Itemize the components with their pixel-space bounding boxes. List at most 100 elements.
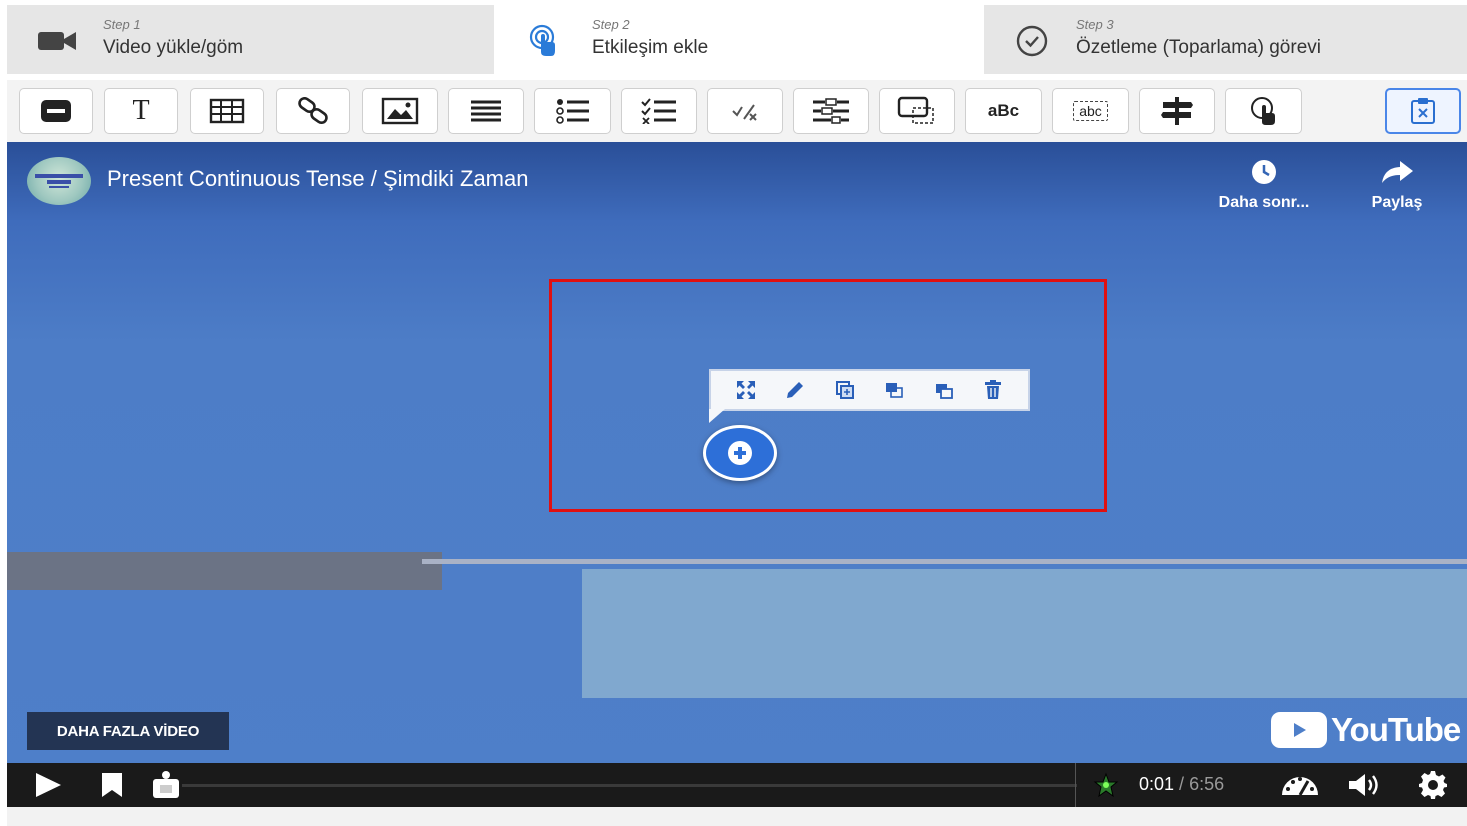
statements-tool-button[interactable]	[448, 88, 524, 134]
time-display: 0:01 / 6:56	[1139, 774, 1224, 795]
bring-front-icon	[886, 383, 904, 398]
step-1-title: Video yükle/göm	[103, 37, 244, 58]
check-circle-icon	[1012, 23, 1052, 59]
send-back-icon	[935, 384, 953, 399]
share-label: Paylaş	[1371, 194, 1423, 211]
drag-text-icon: abc	[1073, 101, 1108, 121]
clock-icon	[1252, 160, 1276, 184]
bring-to-front-button[interactable]	[879, 375, 909, 405]
delete-button[interactable]	[978, 375, 1008, 405]
mark-words-tool-button[interactable]: aBc	[965, 88, 1042, 134]
channel-avatar[interactable]	[27, 157, 91, 205]
settings-button[interactable]	[1415, 769, 1451, 801]
share-arrow-icon	[1382, 161, 1413, 183]
text-tool-button[interactable]: T	[104, 88, 178, 134]
paste-button[interactable]	[1385, 88, 1461, 134]
volume-button[interactable]	[1347, 769, 1385, 801]
image-icon	[381, 97, 419, 125]
fill-blanks-icon	[813, 98, 849, 124]
gear-icon	[1419, 771, 1447, 799]
multiple-choice-icon	[641, 98, 676, 124]
speedometer-icon	[1282, 777, 1318, 796]
watch-later-label: Daha sonr...	[1218, 194, 1310, 211]
multiple-choice-tool-button[interactable]	[621, 88, 697, 134]
seek-bar[interactable]	[182, 784, 1077, 787]
trash-icon	[985, 380, 1002, 399]
send-to-back-button[interactable]	[929, 375, 959, 405]
star-marker[interactable]	[1091, 769, 1121, 801]
share-button[interactable]: Paylaş	[1359, 158, 1435, 212]
time-separator: /	[1174, 774, 1190, 794]
video-frame-pale-panel	[582, 569, 1467, 698]
interactive-video-editor: Step 1 Video yükle/göm Step 2 Etkileşim …	[0, 0, 1467, 826]
interaction-toolbar: T aBc abc	[7, 80, 1467, 142]
volume-icon	[1349, 774, 1378, 796]
label-tool-button[interactable]	[19, 88, 93, 134]
scrubber-handle[interactable]	[149, 769, 183, 801]
youtube-play-icon	[1271, 712, 1327, 748]
interaction-marker-button[interactable]	[703, 425, 777, 481]
interaction-context-menu	[709, 369, 1030, 423]
navigation-hotspot-tool-button[interactable]	[1225, 88, 1302, 134]
video-frame-line	[422, 559, 1467, 564]
play-icon	[36, 773, 61, 797]
bookmark-icon	[102, 773, 122, 797]
true-false-tool-button[interactable]	[707, 88, 783, 134]
crossroads-tool-button[interactable]	[1139, 88, 1215, 134]
bookmarks-button[interactable]	[95, 769, 129, 801]
touch-pointer-icon	[524, 23, 564, 59]
single-choice-icon	[555, 99, 589, 124]
step-2-tab[interactable]: Step 2 Etkileşim ekle	[494, 5, 984, 74]
step-3-title: Özetleme (Toparlama) görevi	[1076, 37, 1321, 58]
player-controls: 0:01 / 6:56	[7, 763, 1467, 807]
copy-icon	[835, 381, 854, 399]
playback-speed-button[interactable]	[1279, 769, 1321, 801]
video-player[interactable]: Present Continuous Tense / Şimdiki Zaman…	[7, 142, 1467, 807]
clipboard-icon	[1411, 98, 1435, 124]
youtube-wordmark: YouTube	[1331, 711, 1461, 748]
link-tool-button[interactable]	[276, 88, 350, 134]
pencil-icon	[787, 382, 804, 398]
plus-circle-icon	[728, 441, 752, 465]
image-tool-button[interactable]	[362, 88, 438, 134]
fullscreen-size-button[interactable]	[731, 375, 761, 405]
text-icon: T	[132, 95, 150, 126]
drag-drop-icon	[897, 96, 934, 124]
play-button[interactable]	[29, 769, 67, 801]
youtube-logo[interactable]: YouTube	[1271, 711, 1461, 749]
edit-button[interactable]	[780, 375, 810, 405]
step-1-number: Step 1	[103, 17, 141, 32]
interaction-marker-icon	[153, 771, 179, 798]
single-choice-tool-button[interactable]	[534, 88, 611, 134]
hotspot-icon	[1250, 97, 1275, 125]
drag-text-tool-button[interactable]: abc	[1052, 88, 1129, 134]
step-1-tab[interactable]: Step 1 Video yükle/göm	[7, 5, 494, 74]
current-time: 0:01	[1139, 774, 1175, 794]
more-videos-button[interactable]: DAHA FAZLA VİDEO	[27, 712, 229, 750]
step-3-number: Step 3	[1076, 17, 1114, 32]
list-icon	[471, 100, 501, 122]
star-icon	[1093, 772, 1119, 798]
copy-button[interactable]	[830, 375, 860, 405]
crossroads-icon	[1161, 97, 1193, 125]
watch-later-button[interactable]: Daha sonr...	[1205, 158, 1323, 212]
step-3-tab[interactable]: Step 3 Özetleme (Toparlama) görevi	[984, 5, 1467, 74]
channel-logo-icon	[35, 174, 83, 188]
steps-bar: Step 1 Video yükle/göm Step 2 Etkileşim …	[7, 5, 1467, 74]
label-icon	[41, 100, 71, 122]
editor-bottom-strip	[7, 807, 1467, 826]
mark-words-label: aBc	[987, 101, 1020, 120]
true-false-icon	[732, 104, 757, 121]
link-icon	[298, 97, 328, 125]
video-frame-gray-band	[7, 552, 442, 590]
total-time: 6:56	[1189, 774, 1225, 794]
expand-icon	[736, 381, 755, 399]
video-camera-icon	[37, 23, 77, 59]
video-title[interactable]: Present Continuous Tense / Şimdiki Zaman	[107, 166, 528, 192]
seek-bar-end-divider	[1075, 763, 1076, 807]
fill-in-blanks-tool-button[interactable]	[793, 88, 869, 134]
table-icon	[209, 98, 245, 124]
step-2-title: Etkileşim ekle	[592, 37, 709, 58]
table-tool-button[interactable]	[190, 88, 264, 134]
drag-drop-tool-button[interactable]	[879, 88, 955, 134]
